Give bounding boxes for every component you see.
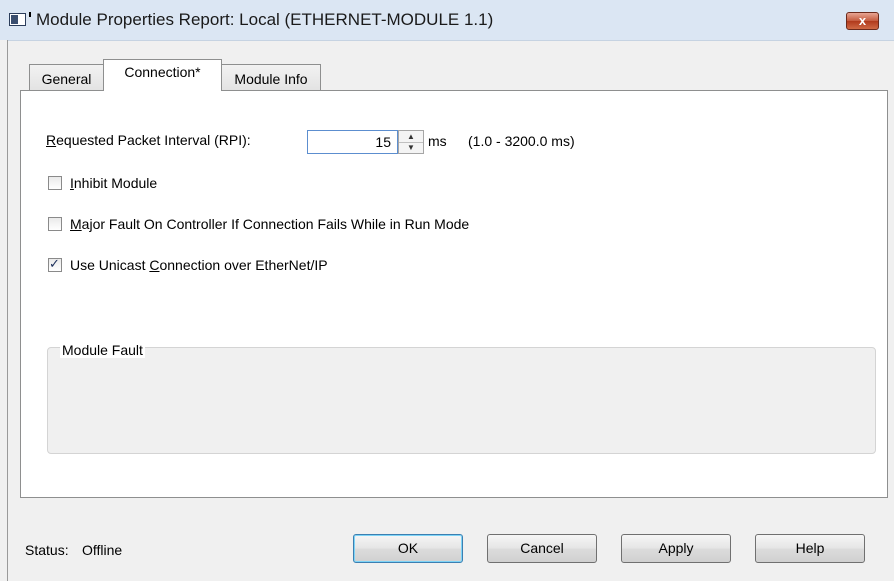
tab-connection[interactable]: Connection*: [103, 59, 222, 91]
module-fault-groupbox: [47, 347, 876, 454]
tab-general[interactable]: General: [29, 64, 104, 90]
apply-button[interactable]: Apply: [621, 534, 731, 563]
inhibit-module-checkbox[interactable]: [48, 176, 62, 190]
module-properties-dialog: Module Properties Report: Local (ETHERNE…: [0, 0, 894, 581]
major-fault-checkbox[interactable]: [48, 217, 62, 231]
rpi-spinner[interactable]: ▲ ▼: [398, 130, 424, 154]
status-label: Status:: [25, 542, 69, 558]
status-value: Offline: [82, 542, 123, 558]
rpi-label: Requested Packet Interval (RPI):: [46, 132, 251, 148]
rpi-unit: ms: [428, 133, 447, 149]
ok-button[interactable]: OK: [353, 534, 463, 563]
rpi-range: (1.0 - 3200.0 ms): [468, 133, 575, 149]
spin-down-icon[interactable]: ▼: [399, 142, 423, 153]
unicast-connection-label[interactable]: Use Unicast Connection over EtherNet/IP: [70, 257, 328, 273]
help-button[interactable]: Help: [755, 534, 865, 563]
module-fault-title: Module Fault: [60, 342, 145, 358]
inhibit-module-label[interactable]: Inhibit Module: [70, 175, 157, 191]
tab-module-info[interactable]: Module Info: [221, 64, 321, 90]
app-icon: [9, 12, 31, 26]
window-left-border: [0, 40, 8, 581]
cancel-button[interactable]: Cancel: [487, 534, 597, 563]
rpi-input[interactable]: 15: [307, 130, 398, 154]
close-button[interactable]: x: [846, 12, 879, 30]
title-bar[interactable]: Module Properties Report: Local (ETHERNE…: [0, 0, 894, 41]
window-title: Module Properties Report: Local (ETHERNE…: [36, 10, 494, 29]
close-icon: x: [858, 13, 867, 28]
unicast-connection-checkbox[interactable]: [48, 256, 62, 272]
major-fault-label[interactable]: Major Fault On Controller If Connection …: [70, 216, 469, 232]
